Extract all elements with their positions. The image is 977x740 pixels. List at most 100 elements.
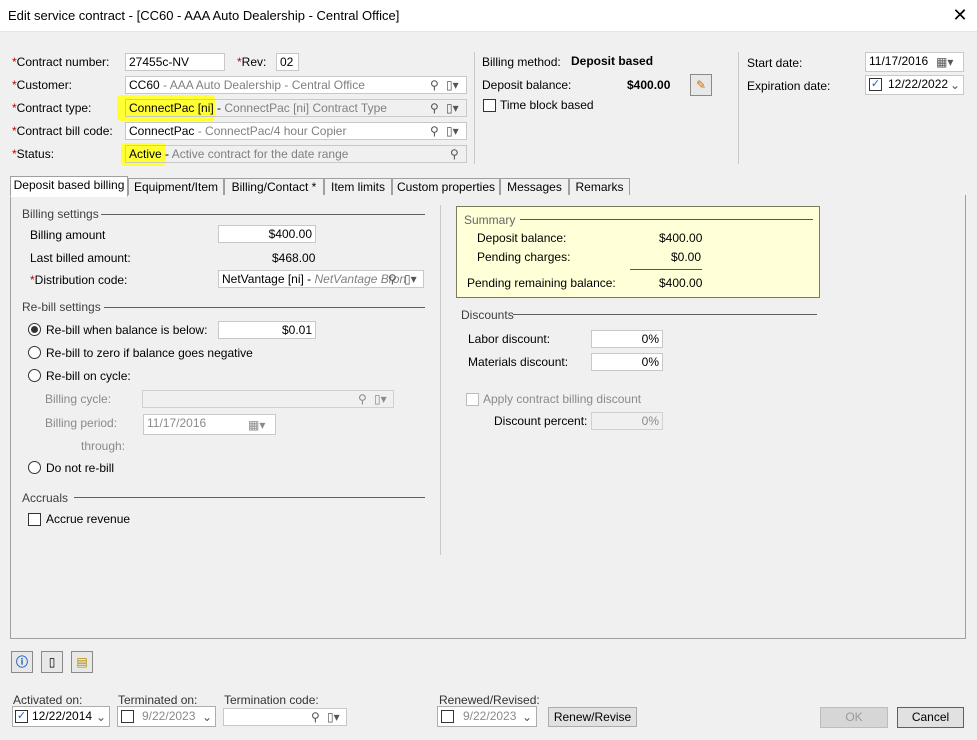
tab-remarks[interactable]: Remarks — [569, 178, 630, 196]
terminated-on-checkbox[interactable] — [121, 710, 134, 723]
apply-discount-label: Apply contract billing discount — [483, 392, 642, 406]
rev-input[interactable]: 02 — [276, 53, 299, 71]
activated-on-checkbox[interactable]: ✓ — [15, 710, 28, 723]
renewed-revised-label: Renewed/Revised: — [439, 693, 540, 707]
billing-period-label: Billing period: — [45, 416, 118, 430]
header-divider — [738, 52, 739, 164]
lookup-menu-icon[interactable]: ▯▾ — [404, 271, 417, 287]
labor-discount-label: Labor discount: — [468, 332, 551, 346]
contract-number-label: *Contract number: — [12, 55, 110, 69]
distribution-code-label: *Distribution code: — [30, 273, 128, 287]
group-divider — [520, 219, 813, 220]
rebill-cycle-label: Re-bill on cycle: — [46, 369, 131, 383]
rebill-below-input[interactable]: $0.01 — [218, 321, 316, 339]
summary-pending-value: $0.00 — [671, 250, 702, 264]
calendar-icon[interactable]: ▦▾ — [248, 417, 265, 433]
rebill-zero-label: Re-bill to zero if balance goes negative — [46, 346, 253, 360]
billing-settings-title: Billing settings — [22, 207, 99, 221]
bill-code-input[interactable]: ConnectPac - ConnectPac/4 hour Copier — [125, 122, 467, 140]
tab-billing-contact[interactable]: Billing/Contact * — [224, 178, 324, 196]
rebill-zero-radio[interactable] — [28, 346, 41, 359]
discounts-title: Discounts — [461, 308, 514, 322]
rev-label: *Rev: — [237, 55, 267, 69]
header-divider — [474, 52, 475, 164]
expiration-checkbox[interactable]: ✓ — [869, 78, 882, 91]
summary-remaining-label: Pending remaining balance: — [467, 276, 616, 290]
chevron-down-icon[interactable]: ⌄ — [96, 709, 106, 725]
panel-divider — [440, 205, 441, 555]
close-icon[interactable]: ✕ — [948, 4, 972, 28]
customer-label: *Customer: — [12, 78, 73, 92]
search-icon[interactable]: ⚲ — [430, 77, 439, 93]
time-block-label: Time block based — [500, 98, 594, 112]
ok-button[interactable]: OK — [820, 707, 888, 728]
search-icon[interactable]: ⚲ — [430, 123, 439, 139]
sum-divider — [630, 269, 702, 270]
search-icon[interactable]: ⚲ — [430, 100, 439, 116]
rebill-settings-title: Re-bill settings — [22, 300, 101, 314]
tab-custom-properties[interactable]: Custom properties — [392, 178, 500, 196]
chevron-down-icon[interactable]: ⌄ — [522, 709, 532, 725]
time-block-checkbox[interactable] — [483, 99, 496, 112]
contract-number-input[interactable]: 27455c-NV — [125, 53, 225, 71]
lookup-menu-icon[interactable]: ▯▾ — [446, 100, 459, 116]
labor-discount-input[interactable]: 0% — [591, 330, 663, 348]
group-divider — [513, 314, 817, 315]
apply-discount-checkbox[interactable] — [466, 393, 479, 406]
discount-percent-label: Discount percent: — [494, 414, 588, 428]
billing-cycle-label: Billing cycle: — [45, 392, 112, 406]
rebill-cycle-radio[interactable] — [28, 369, 41, 382]
group-divider — [74, 497, 425, 498]
renew-revise-button[interactable]: Renew/Revise — [548, 707, 637, 727]
summary-deposit-value: $400.00 — [659, 231, 703, 245]
summary-remaining-value: $400.00 — [659, 276, 703, 290]
chevron-down-icon[interactable]: ⌄ — [950, 77, 960, 93]
search-icon[interactable]: ⚲ — [388, 271, 397, 287]
accruals-title: Accruals — [22, 491, 69, 505]
through-label: through: — [81, 439, 126, 453]
summary-deposit-label: Deposit balance: — [477, 231, 567, 245]
clipboard-icon[interactable]: ▯ — [41, 651, 63, 673]
start-date-label: Start date: — [747, 56, 803, 70]
rebill-below-radio[interactable] — [28, 323, 41, 336]
status-input[interactable]: Active - Active contract for the date ra… — [125, 145, 467, 163]
calendar-icon[interactable]: ▦▾ — [936, 54, 953, 70]
billing-amount-input[interactable]: $400.00 — [218, 225, 316, 243]
window-title: Edit service contract - [CC60 - AAA Auto… — [8, 8, 400, 23]
renewed-revised-checkbox[interactable] — [441, 710, 454, 723]
billing-cycle-input[interactable] — [142, 390, 394, 408]
edit-pencil-icon[interactable]: ✎ — [690, 74, 712, 96]
expiration-date-label: Expiration date: — [747, 79, 831, 93]
last-billed-value: $468.00 — [272, 251, 316, 265]
deposit-balance-value: $400.00 — [627, 78, 671, 92]
chevron-down-icon[interactable]: ⌄ — [202, 709, 212, 725]
materials-discount-label: Materials discount: — [468, 355, 569, 369]
summary-pending-label: Pending charges: — [477, 250, 571, 264]
cancel-button[interactable]: Cancel — [897, 707, 964, 728]
discount-percent-input[interactable]: 0% — [591, 412, 663, 430]
search-icon[interactable]: ⚲ — [358, 391, 367, 407]
lookup-menu-icon[interactable]: ▯▾ — [446, 123, 459, 139]
accrue-revenue-label: Accrue revenue — [46, 512, 131, 526]
customer-input[interactable]: CC60 - AAA Auto Dealership - Central Off… — [125, 76, 467, 94]
tab-deposit-based-billing[interactable]: Deposit based billing — [10, 176, 128, 197]
tab-equipment-item[interactable]: Equipment/Item — [128, 178, 224, 196]
materials-discount-input[interactable]: 0% — [591, 353, 663, 371]
search-icon[interactable]: ⚲ — [311, 709, 320, 725]
rebill-below-label: Re-bill when balance is below: — [46, 323, 208, 337]
activated-on-label: Activated on: — [13, 693, 83, 707]
tab-item-limits[interactable]: Item limits — [324, 178, 392, 196]
lookup-menu-icon[interactable]: ▯▾ — [327, 709, 340, 725]
termination-code-label: Termination code: — [224, 693, 319, 707]
no-rebill-label: Do not re-bill — [46, 461, 115, 475]
accrue-revenue-checkbox[interactable] — [28, 513, 41, 526]
lookup-menu-icon[interactable]: ▯▾ — [446, 77, 459, 93]
notes-icon[interactable]: ▤ — [71, 651, 93, 673]
status-label: *Status: — [12, 147, 55, 161]
lookup-menu-icon[interactable]: ▯▾ — [374, 391, 387, 407]
info-icon[interactable]: ⓘ — [11, 651, 33, 673]
search-icon[interactable]: ⚲ — [450, 146, 459, 162]
contract-type-input[interactable]: ConnectPac [ni] - ConnectPac [ni] Contra… — [125, 99, 467, 117]
no-rebill-radio[interactable] — [28, 461, 41, 474]
tab-messages[interactable]: Messages — [500, 178, 569, 196]
